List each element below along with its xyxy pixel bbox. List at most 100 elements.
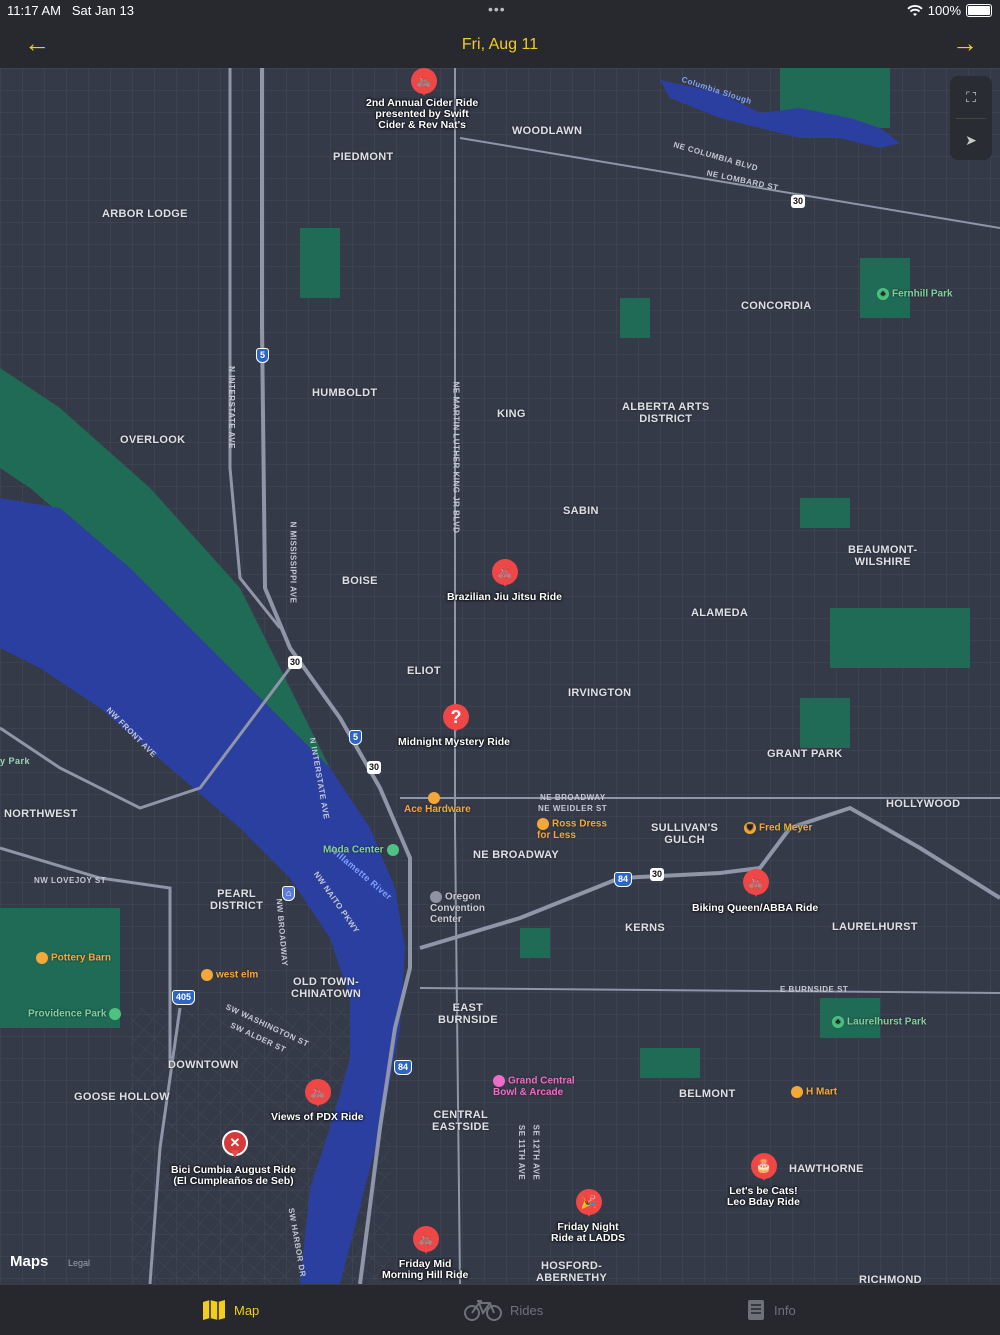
ride-pin[interactable]: 🎂 [751, 1153, 777, 1183]
arena-icon [386, 844, 399, 856]
label-woodlawn: WOODLAWN [512, 125, 583, 137]
poi-laurelhurst-park[interactable]: ♣ Laurelhurst Park [832, 1016, 926, 1028]
label-laurelhurst: LAURELHURST [832, 921, 918, 933]
poi-fred-meyer[interactable]: ⛊ Fred Meyer [744, 822, 812, 834]
poi-grand-central[interactable]: Grand Central Bowl & Arcade [493, 1075, 575, 1098]
store-icon [428, 792, 440, 804]
poi-fernhill[interactable]: ♣ Fernhill Park [877, 288, 953, 300]
label-concordia: CONCORDIA [741, 300, 812, 312]
poi-west-elm[interactable]: west elm [201, 969, 258, 981]
poi-providence[interactable]: Providence Park [28, 1008, 124, 1020]
street-n-mississippi: N MISSISSIPPI AVE [288, 521, 298, 604]
map-view[interactable]: WOODLAWN PIEDMONT ARBOR LODGE CONCORDIA … [0, 68, 1000, 1284]
stadium-icon [109, 1008, 122, 1020]
ride-label[interactable]: Friday Mid Morning Hill Ride [382, 1259, 468, 1281]
label-sabin: SABIN [563, 505, 599, 517]
label-goose-hollow: GOOSE HOLLOW [74, 1091, 170, 1103]
poi-h-mart[interactable]: H Mart [791, 1086, 837, 1098]
bicycle-icon [464, 1300, 502, 1321]
status-right: 100% [907, 3, 992, 18]
store-icon [36, 952, 48, 964]
street-e-burnside: E BURNSIDE ST [780, 985, 849, 994]
label-arbor-lodge: ARBOR LODGE [102, 208, 188, 220]
status-bar: 11:17 AM Sat Jan 13 ••• 100% [0, 0, 1000, 22]
ride-pin[interactable]: 🚲 [743, 869, 769, 899]
wifi-icon [907, 4, 923, 16]
i5-shield: 5 [349, 730, 363, 745]
street-ne-broadway: NE BROADWAY [540, 793, 606, 802]
label-king: KING [497, 408, 526, 420]
label-central-eastside: CENTRAL EASTSIDE [432, 1109, 490, 1133]
us30-shield: 30 [288, 656, 303, 669]
us30-shield: 30 [650, 868, 665, 881]
street-mlk: NE MARTIN LUTHER KING JR BLVD [451, 381, 461, 534]
document-icon [748, 1300, 764, 1320]
label-hollywood: HOLLYWOOD [886, 798, 961, 810]
poi-pottery-barn[interactable]: Pottery Barn [36, 952, 111, 964]
bowling-icon [493, 1075, 505, 1087]
ride-pin[interactable]: 🎉 [576, 1189, 602, 1219]
label-belmont: BELMONT [679, 1088, 736, 1100]
i5-shield: 5 [256, 348, 270, 363]
poi-ace[interactable]: Ace Hardware [404, 792, 471, 815]
ride-label[interactable]: Brazilian Jiu Jitsu Ride [447, 592, 562, 603]
i84-shield: 84 [394, 1060, 413, 1075]
label-pearl: PEARL DISTRICT [210, 888, 264, 912]
label-beaumont: BEAUMONT- WILSHIRE [848, 544, 918, 568]
map-icon [203, 1300, 225, 1320]
street-nw-lovejoy: NW LOVEJOY ST [34, 876, 107, 885]
street-ne-weidler: NE WEIDLER ST [538, 804, 608, 813]
building-icon [430, 891, 442, 903]
ride-label[interactable]: Views of PDX Ride [271, 1112, 364, 1123]
multitasking-dots-icon[interactable]: ••• [488, 1, 506, 17]
tab-rides[interactable]: Rides [464, 1295, 543, 1325]
street-se-11th: SE 11TH AVE [517, 1124, 527, 1181]
nav-bar: ← Fri, Aug 11 → [0, 22, 1000, 68]
i84-shield: 84 [614, 872, 633, 887]
label-kerns: KERNS [625, 922, 666, 934]
label-grant-park: GRANT PARK [767, 748, 843, 760]
ride-label[interactable]: Friday Night Ride at LADDS [551, 1222, 625, 1244]
label-east-burnside: EAST BURNSIDE [438, 1002, 498, 1026]
ride-pin[interactable]: 🚲 [413, 1226, 439, 1256]
tab-info[interactable]: Info [746, 1295, 796, 1325]
label-old-town: OLD TOWN- CHINATOWN [291, 976, 362, 1000]
label-overlook: OVERLOOK [120, 434, 186, 446]
ride-label[interactable]: Midnight Mystery Ride [398, 737, 510, 748]
ride-label[interactable]: Biking Queen/ABBA Ride [692, 903, 818, 914]
maps-logo: Maps [10, 1253, 49, 1270]
ride-pin[interactable]: ✕ [222, 1130, 248, 1160]
ride-pin[interactable]: 🚲 [411, 68, 437, 98]
status-time: 11:17 AM Sat Jan 13 [7, 3, 134, 18]
cart-icon: ⛊ [744, 822, 756, 834]
fullscreen-icon[interactable]: ⛶ [950, 76, 992, 118]
arrow-right-icon[interactable]: → [952, 30, 978, 56]
battery-percent: 100% [927, 3, 961, 18]
ride-pin[interactable]: 🚲 [305, 1079, 331, 1109]
poi-moda-center[interactable]: Moda Center [323, 844, 402, 856]
label-hawthorne: HAWTHORNE [789, 1163, 864, 1175]
label-hosford: HOSFORD- ABERNETHY [536, 1260, 608, 1284]
label-downtown: DOWNTOWN [168, 1059, 239, 1071]
tab-map[interactable]: Map [202, 1295, 259, 1325]
street-y-park: y Park [0, 756, 31, 766]
label-alameda: ALAMEDA [691, 607, 749, 619]
label-irvington: IRVINGTON [568, 687, 632, 699]
legal-link[interactable]: Legal [68, 1258, 90, 1268]
label-piedmont: PIEDMONT [333, 151, 394, 163]
label-northwest: NORTHWEST [4, 808, 78, 820]
ride-pin[interactable]: 🚲 [492, 559, 518, 589]
us30-shield: 30 [791, 195, 806, 208]
location-arrow-icon[interactable]: ➤ [950, 119, 992, 161]
ride-label[interactable]: 2nd Annual Cider Ride presented by Swift… [366, 98, 478, 131]
ride-label[interactable]: Let's be Cats! Leo Bday Ride [727, 1186, 800, 1208]
park-icon: ♣ [877, 288, 889, 300]
poi-oregon-cc[interactable]: Oregon Convention Center [430, 891, 485, 925]
label-boise: BOISE [342, 575, 378, 587]
ride-pin[interactable]: ? [443, 704, 469, 734]
page-title: Fri, Aug 11 [461, 36, 539, 53]
tab-bar: Map Rides Info [0, 1284, 1000, 1335]
cart-icon [791, 1086, 803, 1098]
poi-ross[interactable]: Ross Dress for Less [537, 818, 607, 841]
ride-label[interactable]: Bici Cumbia August Ride (El Cumpleaños d… [171, 1165, 296, 1187]
